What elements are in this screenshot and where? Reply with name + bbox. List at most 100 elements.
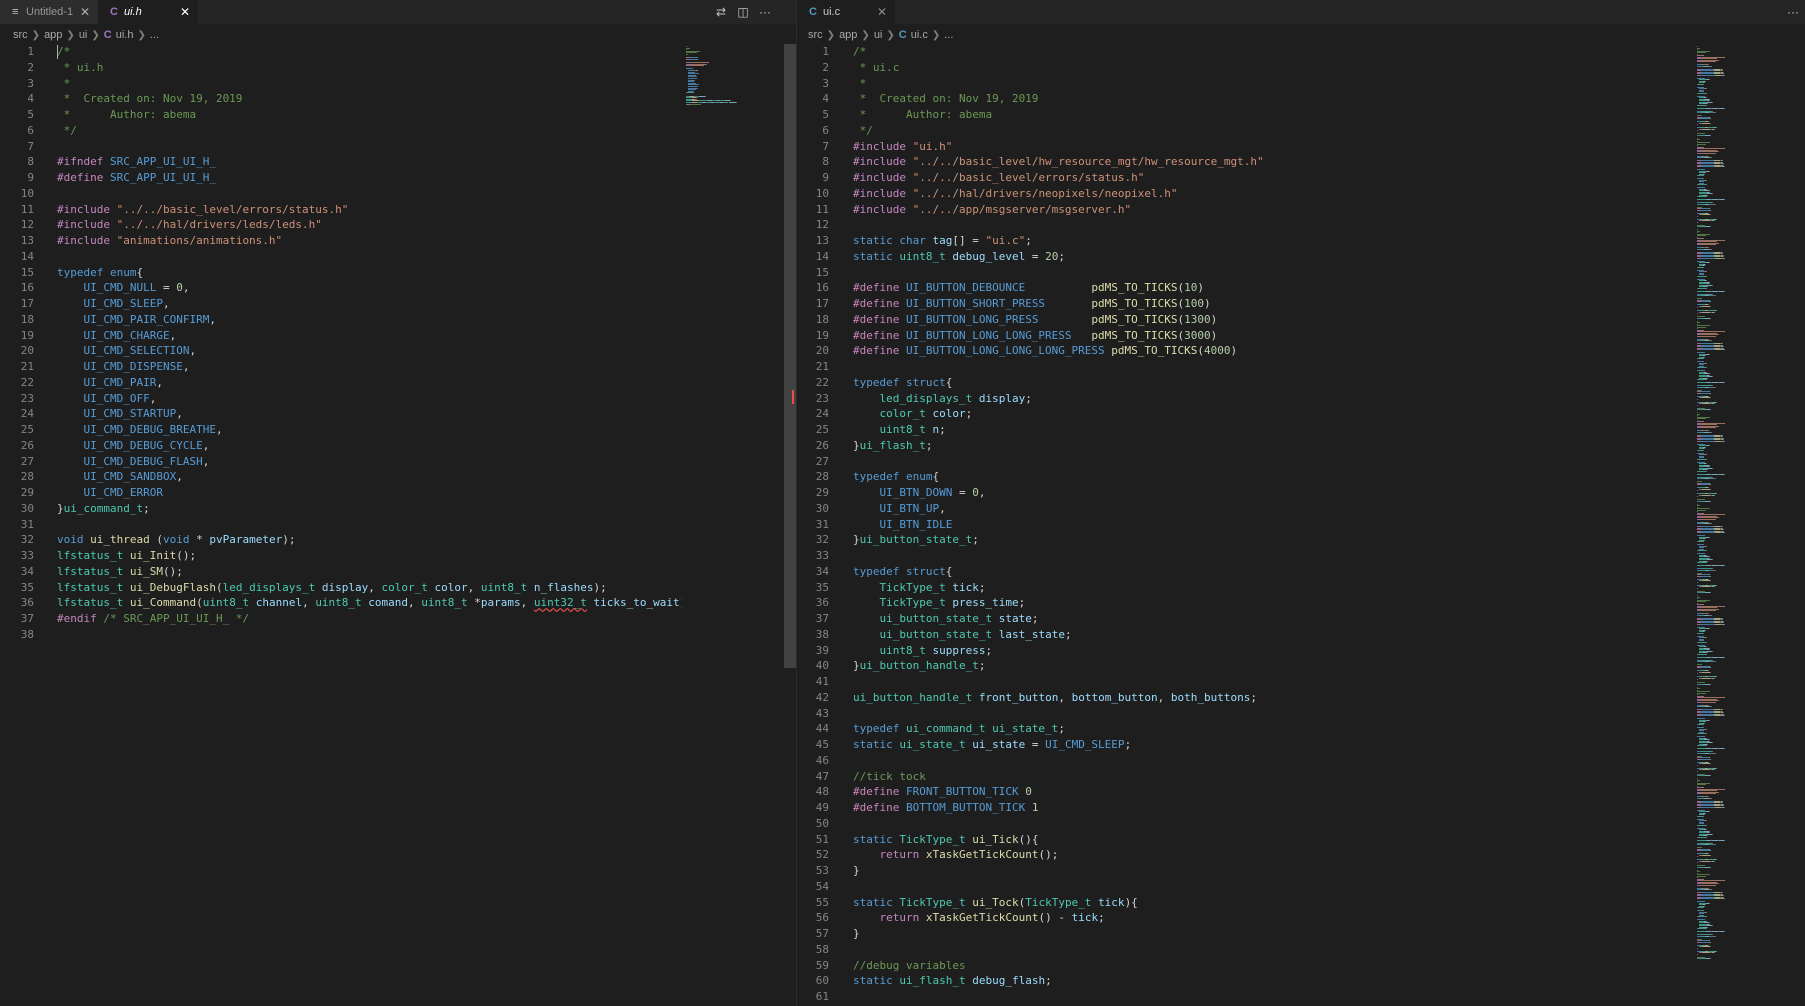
code-text: static char tag[] = "ui.c"; [853, 233, 1032, 249]
c-file-icon: C [898, 29, 907, 41]
code-text: void ui_thread (void * pvParameter); [57, 532, 295, 548]
minimap-stroke [1698, 928, 1706, 929]
minimap-stroke [1710, 484, 1711, 485]
code-text: UI_CMD_OFF, [57, 391, 157, 407]
minimap-stroke [1705, 538, 1706, 539]
code-text: /* [57, 44, 70, 60]
minimap-stroke [1710, 575, 1711, 577]
split-editor-icon[interactable]: ◫ [732, 0, 754, 24]
minimap-stroke [1706, 745, 1707, 746]
vertical-scrollbar-left[interactable] [784, 44, 796, 668]
minimap-stroke [1702, 854, 1710, 856]
minimap-stroke [1698, 550, 1706, 551]
code-token: #include [57, 218, 117, 232]
line-number: 15 [20, 265, 34, 279]
tab-label: Untitled-1 [26, 6, 74, 18]
line-number: 13 [20, 234, 34, 247]
minimap-stroke [1702, 305, 1710, 307]
code-token: [] = [952, 234, 986, 247]
code-token: UI_CMD_ERROR [83, 486, 163, 499]
breadcrumb-app[interactable]: app [839, 29, 857, 41]
breadcrumb-src[interactable]: src [13, 29, 28, 41]
line-number: 1 [822, 45, 829, 58]
tab-ui-h[interactable]: Cui.h ✕ [98, 0, 198, 24]
code-token: return [879, 848, 926, 862]
code-token: TickType_t [879, 580, 953, 594]
minimap-stroke [1702, 580, 1710, 581]
code-token: ; [1098, 911, 1105, 925]
minimap-stroke [1706, 88, 1707, 89]
code-token: UI_CMD_DISPENSE [83, 360, 183, 373]
minimap-stroke [691, 65, 704, 67]
line-number: 25 [20, 423, 34, 436]
close-icon[interactable]: ✕ [877, 0, 887, 24]
more-actions-icon[interactable]: ··· [1782, 0, 1804, 24]
line-number: 38 [815, 627, 829, 641]
code-token: uint8_t [899, 249, 953, 263]
code-text: * ui.h [57, 60, 104, 76]
minimap-stroke [1716, 767, 1717, 769]
line-number: 3 [27, 76, 34, 90]
minimap-stroke [1697, 199, 1706, 200]
breadcrumb-app[interactable]: app [44, 29, 62, 41]
minimap-stroke [1704, 722, 1705, 724]
code-token: ui_button_state_t [879, 612, 999, 625]
line-number: 17 [20, 297, 34, 310]
breadcrumb-src[interactable]: src [808, 29, 823, 41]
minimap-stroke [1706, 184, 1707, 185]
code-token: UI_CMD_SLEEP [83, 297, 163, 310]
line-number: 42 [815, 690, 829, 704]
code-text: #endif /* SRC_APP_UI_UI_H_ */ [57, 611, 249, 627]
code-token: , [202, 454, 210, 468]
close-icon[interactable]: ✕ [80, 0, 90, 24]
minimap-stroke [1697, 473, 1706, 475]
code-token: #define [853, 312, 906, 326]
close-icon[interactable]: ✕ [180, 0, 190, 24]
minimap-stroke [705, 95, 706, 97]
breadcrumb-more[interactable]: ... [944, 29, 953, 41]
minimap-right[interactable] [1693, 44, 1805, 1006]
code-token: * [57, 76, 71, 90]
minimap-stroke [686, 54, 688, 55]
line-number: 21 [20, 360, 34, 373]
minimap-stroke [1710, 122, 1711, 124]
code-token: , [202, 438, 210, 452]
minimap-stroke [1697, 581, 1698, 583]
tab-untitled-1[interactable]: ≡ Untitled-1 ✕ [0, 0, 98, 24]
code-token: led_displays_t [879, 391, 979, 405]
code-token: ; [1031, 612, 1039, 625]
code-token: ui_Tock [972, 895, 1019, 909]
code-token: , [149, 391, 157, 405]
minimap-stroke [1710, 500, 1711, 502]
minimap-stroke [1710, 866, 1711, 868]
line-number: 43 [815, 706, 829, 720]
code-token: debug_flash [972, 974, 1046, 988]
tab-ui-c[interactable]: Cui.c ✕ [797, 0, 895, 24]
breadcrumb-file[interactable]: ui.c [911, 29, 928, 41]
more-actions-icon[interactable]: ··· [754, 0, 776, 24]
open-changes-icon[interactable]: ⇄ [710, 0, 732, 24]
minimap-stroke [1697, 398, 1698, 400]
code-token: * Created on: Nov 19, 2019 [853, 92, 1039, 106]
minimap-stroke [1697, 496, 1698, 497]
code-token: ; [972, 533, 979, 547]
chevron-right-icon: ❯ [137, 30, 146, 41]
code-text: #define UI_BUTTON_LONG_PRESS pdMS_TO_TIC… [853, 312, 1217, 328]
line-number: 36 [815, 596, 829, 610]
code-token: 20 [1045, 249, 1059, 263]
minimap-left[interactable] [682, 44, 784, 1006]
code-token: pdMS_TO_TICKS [1111, 344, 1198, 358]
code-text: lfstatus_t ui_SM(); [57, 564, 183, 580]
breadcrumb-more[interactable]: ... [150, 29, 159, 41]
breadcrumb-file[interactable]: ui.h [116, 29, 134, 41]
minimap-stroke [1702, 403, 1710, 404]
code-token: UI_BTN_DOWN [879, 486, 953, 499]
line-number: 7 [27, 139, 34, 153]
minimap-stroke [1697, 784, 1706, 785]
